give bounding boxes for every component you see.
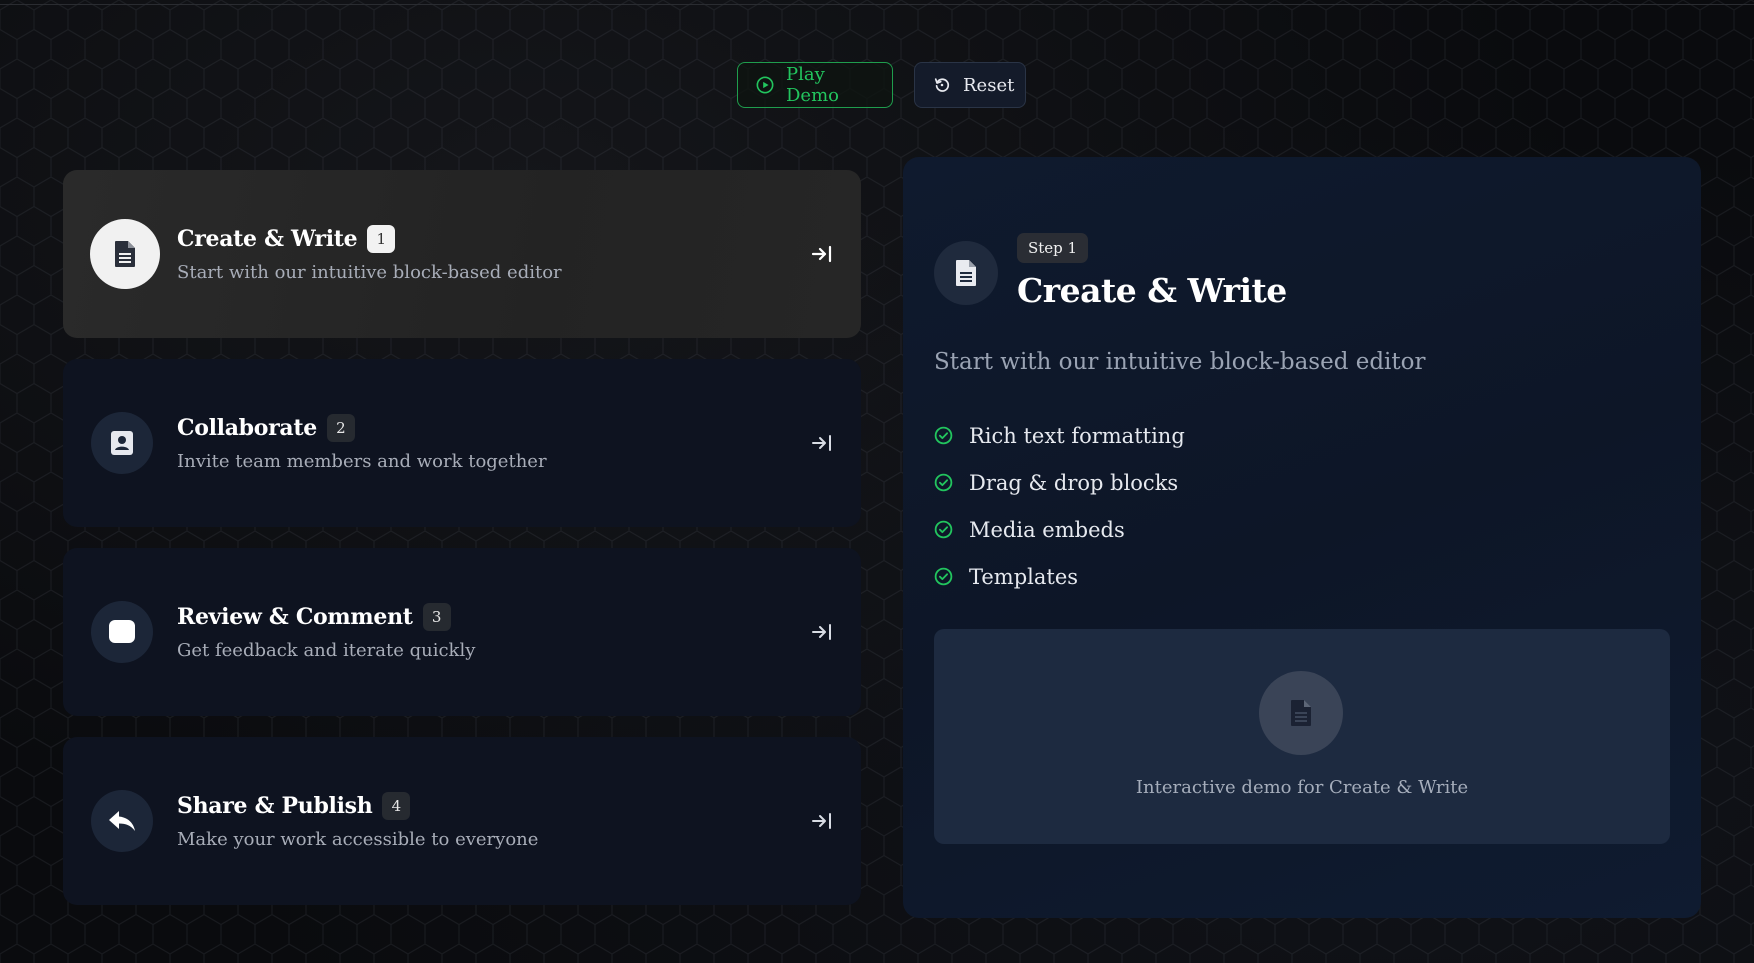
check-circle-icon [934, 567, 953, 586]
feature-label: Rich text formatting [969, 423, 1185, 448]
feature-list: Rich text formatting Drag & drop blocks … [934, 412, 1185, 600]
feature-item: Rich text formatting [934, 412, 1185, 459]
step-icon-circle [91, 790, 153, 852]
feature-label: Drag & drop blocks [969, 470, 1179, 495]
step-card-collaborate[interactable]: Collaborate 2 Invite team members and wo… [63, 359, 861, 527]
arrow-right-to-line-icon [812, 813, 831, 829]
play-demo-label: Play Demo [786, 64, 839, 106]
step-card-create-write[interactable]: Create & Write 1 Start with our intuitiv… [63, 170, 861, 338]
detail-title: Create & Write [1017, 271, 1287, 310]
step-title-row: Collaborate 2 [177, 414, 355, 442]
play-circle-icon [756, 76, 774, 94]
contact-icon [111, 431, 133, 455]
feature-label: Media embeds [969, 517, 1125, 542]
page: Play Demo Reset Create & Write 1 Start w… [0, 0, 1754, 963]
step-title: Collaborate [177, 415, 317, 441]
interactive-demo-area[interactable]: Interactive demo for Create & Write [934, 629, 1670, 844]
feature-item: Drag & drop blocks [934, 459, 1185, 506]
feature-label: Templates [969, 564, 1079, 589]
reset-label: Reset [963, 74, 1015, 96]
reset-icon [934, 78, 950, 92]
step-description: Invite team members and work together [177, 451, 547, 472]
arrow-right-to-line-icon [812, 435, 831, 451]
reply-icon [109, 811, 135, 831]
play-demo-button[interactable]: Play Demo [737, 62, 893, 108]
demo-icon-circle [1259, 671, 1343, 755]
step-title-row: Share & Publish 4 [177, 792, 411, 820]
reset-button[interactable]: Reset [914, 62, 1026, 108]
step-title: Share & Publish [177, 793, 373, 819]
document-icon [1291, 700, 1311, 726]
feature-item: Templates [934, 553, 1185, 600]
check-circle-icon [934, 473, 953, 492]
step-number-badge: 2 [326, 414, 355, 442]
step-title-row: Create & Write 1 [177, 225, 396, 253]
arrow-right-to-line-icon [811, 245, 832, 263]
step-icon-circle [90, 219, 160, 289]
step-icon-circle [91, 601, 153, 663]
step-detail-panel: Step 1 Create & Write Start with our int… [903, 157, 1701, 918]
arrow-right-to-line-icon [812, 624, 831, 640]
step-title: Review & Comment [177, 604, 413, 630]
detail-icon-circle [934, 241, 998, 305]
step-card-share-publish[interactable]: Share & Publish 4 Make your work accessi… [63, 737, 861, 905]
check-circle-icon [934, 520, 953, 539]
step-title-row: Review & Comment 3 [177, 603, 451, 631]
step-description: Make your work accessible to everyone [177, 829, 539, 850]
step-card-review-comment[interactable]: Review & Comment 3 Get feedback and iter… [63, 548, 861, 716]
top-divider [0, 4, 1754, 5]
document-icon [115, 241, 135, 267]
step-description: Start with our intuitive block-based edi… [177, 262, 562, 283]
step-number-badge: 3 [422, 603, 451, 631]
step-number-badge: 1 [367, 225, 396, 253]
step-badge: Step 1 [1017, 233, 1089, 263]
step-icon-circle [91, 412, 153, 474]
detail-description: Start with our intuitive block-based edi… [934, 349, 1426, 375]
check-circle-icon [934, 426, 953, 445]
step-description: Get feedback and iterate quickly [177, 640, 476, 661]
document-icon [956, 260, 976, 286]
step-number-badge: 4 [382, 792, 411, 820]
step-title: Create & Write [177, 226, 358, 252]
comment-icon [109, 620, 135, 643]
demo-controls: Play Demo Reset [737, 62, 1026, 108]
demo-caption: Interactive demo for Create & Write [1135, 777, 1469, 798]
feature-item: Media embeds [934, 506, 1185, 553]
